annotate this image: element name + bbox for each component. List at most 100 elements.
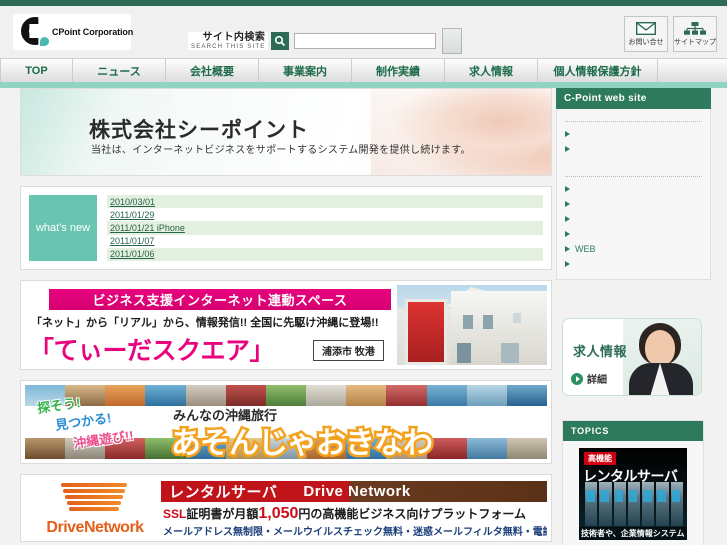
drive-ssl-label: SSL — [163, 507, 187, 521]
sidebar-link[interactable] — [565, 126, 702, 141]
drive-cert-label: 証明書が月額 — [186, 507, 259, 521]
nav-item-works[interactable]: 制作実績 — [352, 59, 445, 82]
news-link[interactable]: 2011/01/07 — [110, 236, 154, 246]
okinawa-banner-inner: 探そう! 見つかる! 沖縄遊び!! みんなの沖縄旅行 あそんじゃおきなわ — [25, 385, 547, 459]
main-column: 株式会社シーポイント 当社は、インターネットビジネスをサポートするシステム開発を… — [20, 88, 552, 542]
news-row[interactable]: 2010/03/01 — [107, 195, 543, 209]
recruit-promo-box[interactable]: 求人情報 詳細 — [562, 318, 702, 396]
left-background-stripes — [0, 88, 20, 545]
drive-network-banner[interactable]: DriveNetwork レンタルサーバ Drive Network SSL証明… — [20, 474, 552, 542]
recruit-title: 求人情報 — [573, 344, 628, 359]
topics-badge: 高機能 — [584, 452, 616, 465]
play-circle-icon — [571, 372, 583, 385]
chevron-right-icon — [565, 130, 570, 137]
sidebar-link[interactable] — [565, 181, 702, 196]
chevron-right-icon — [565, 200, 570, 207]
chevron-right-icon — [565, 245, 570, 252]
tiida-location-tag: 浦添市 牧港 — [313, 340, 384, 361]
drive-network-logo: DriveNetwork — [31, 481, 159, 537]
drive-headline-jp: レンタルサーバ — [169, 484, 278, 501]
topics-body: 高機能 レンタルサーバ 技術者や、企業情報システム — [563, 441, 703, 545]
sidebar-link[interactable] — [565, 211, 702, 226]
drive-features-line: メールアドレス無制限・メールウイルスチェック無料・迷惑メールフィルタ無料・電話サ… — [163, 527, 547, 537]
sitemap-button-label: サイトマップ — [674, 38, 716, 46]
site-header: CPoint Corporation サイト内検索 SEARCH THIS SI… — [0, 6, 727, 58]
sidebar-link-label: WEB — [575, 243, 596, 254]
site-logo[interactable]: CPoint Corporation — [13, 14, 134, 50]
sidebar-panel-title: C-Point web site — [556, 88, 711, 109]
topics-title: レンタルサーバ — [583, 468, 678, 484]
drive-price-line: SSL証明書が月額1,050円の高機能ビジネス向けプラットフォーム — [163, 505, 526, 523]
news-row[interactable]: 2011/01/07 — [107, 235, 543, 248]
tiida-title: 「てぃーだスクエア」 — [29, 337, 275, 365]
okinawa-photo-strip-top — [25, 385, 547, 406]
search-label-en: SEARCH THIS SITE — [191, 43, 266, 50]
drive-wordmark: DriveNetwork — [46, 519, 144, 536]
nav-item-news[interactable]: ニュース — [73, 59, 166, 82]
sidebar-link-web[interactable]: WEB — [565, 241, 702, 256]
sidebar-link[interactable] — [565, 196, 702, 211]
nav-item-business[interactable]: 事業案内 — [259, 59, 352, 82]
news-list: 2010/03/01 2011/01/29 2011/01/21 iPhone … — [107, 195, 543, 261]
tiida-banner-inner: ビジネス支援インターネット連動スペース 「ネット」から「リアル」から、情報発信!… — [25, 285, 547, 365]
topics-card[interactable]: 高機能 レンタルサーバ 技術者や、企業情報システム — [579, 448, 687, 540]
hero-subtitle: 当社は、インターネットビジネスをサポートするシステム開発を提供し続けます。 — [91, 145, 471, 156]
sidebar-link[interactable] — [565, 256, 702, 271]
chevron-right-icon — [565, 145, 570, 152]
okinawa-travel-banner[interactable]: 探そう! 見つかる! 沖縄遊び!! みんなの沖縄旅行 あそんじゃおきなわ — [20, 380, 552, 464]
news-row[interactable]: 2011/01/29 — [107, 208, 543, 221]
topics-panel-title: TOPICS — [563, 421, 703, 441]
nav-item-company[interactable]: 会社概要 — [166, 59, 259, 82]
site-search: サイト内検索 SEARCH THIS SITE — [188, 28, 463, 54]
drive-price: 1,050 — [258, 505, 299, 522]
nav-item-recruit[interactable]: 求人情報 — [445, 59, 538, 82]
sitemap-button[interactable]: サイトマップ — [673, 16, 717, 52]
sidebar-panel: WEB — [556, 109, 711, 280]
chevron-right-icon — [565, 230, 570, 237]
sidebar: C-Point web site WEB — [556, 88, 711, 280]
search-icon[interactable] — [271, 32, 290, 50]
chevron-right-icon — [565, 260, 570, 267]
header-utility-buttons: お問い合せ サイトマップ — [624, 16, 717, 52]
hero-banner: 株式会社シーポイント 当社は、インターネットビジネスをサポートするシステム開発を… — [20, 88, 552, 176]
envelope-icon — [636, 21, 656, 35]
logo-text: CPoint Corporation — [52, 27, 134, 37]
sidebar-body: WEB — [557, 109, 710, 279]
news-row[interactable]: 2011/01/06 — [107, 247, 543, 261]
chevron-right-icon — [565, 215, 570, 222]
tiida-lead: 「ネット」から「リアル」から、情報発信!! 全国に先駆け沖縄に登場!! — [31, 317, 379, 329]
news-link[interactable]: 2011/01/06 — [110, 249, 154, 259]
contact-button[interactable]: お問い合せ — [624, 16, 668, 52]
tiida-square-banner[interactable]: ビジネス支援インターネット連動スペース 「ネット」から「リアル」から、情報発信!… — [20, 280, 552, 370]
logo-speech-bubble-icon — [40, 37, 49, 46]
recruit-detail-link[interactable]: 詳細 — [571, 371, 607, 386]
search-input[interactable] — [294, 33, 437, 49]
sidebar-link[interactable] — [565, 141, 702, 156]
news-row[interactable]: 2011/01/21 iPhone — [107, 221, 543, 235]
search-label-jp: サイト内検索 — [202, 32, 266, 44]
drive-headline-en: Drive Network — [303, 483, 411, 500]
search-submit-button[interactable] — [442, 28, 463, 54]
okinawa-title: あそんじゃおきなわ — [169, 425, 436, 460]
contact-button-label: お問い合せ — [628, 38, 664, 46]
nav-item-top[interactable]: TOP — [0, 59, 73, 82]
page-root: CPoint Corporation サイト内検索 SEARCH THIS SI… — [0, 0, 727, 545]
news-link[interactable]: 2011/01/21 iPhone — [110, 223, 185, 233]
news-link[interactable]: 2010/03/01 — [110, 197, 155, 207]
drive-banner-inner: DriveNetwork レンタルサーバ Drive Network SSL証明… — [25, 479, 547, 537]
drive-headline: レンタルサーバ Drive Network — [161, 481, 547, 502]
sidebar-link[interactable] — [565, 226, 702, 241]
building-window — [483, 315, 493, 329]
person-face — [645, 330, 675, 366]
nav-item-privacy[interactable]: 個人情報保護方針 — [538, 59, 658, 82]
topics-panel: TOPICS 高機能 レンタルサーバ 技術者や、企業情報システム — [562, 420, 704, 545]
building-window — [463, 315, 473, 329]
tiida-headline: ビジネス支援インターネット連動スペース — [49, 289, 391, 310]
drive-stack-icon — [59, 483, 131, 517]
sidebar-divider — [565, 176, 702, 177]
building-window — [513, 313, 521, 323]
building-window — [501, 343, 519, 363]
hero-title: 株式会社シーポイント — [89, 119, 309, 142]
news-link[interactable]: 2011/01/29 — [110, 210, 154, 220]
